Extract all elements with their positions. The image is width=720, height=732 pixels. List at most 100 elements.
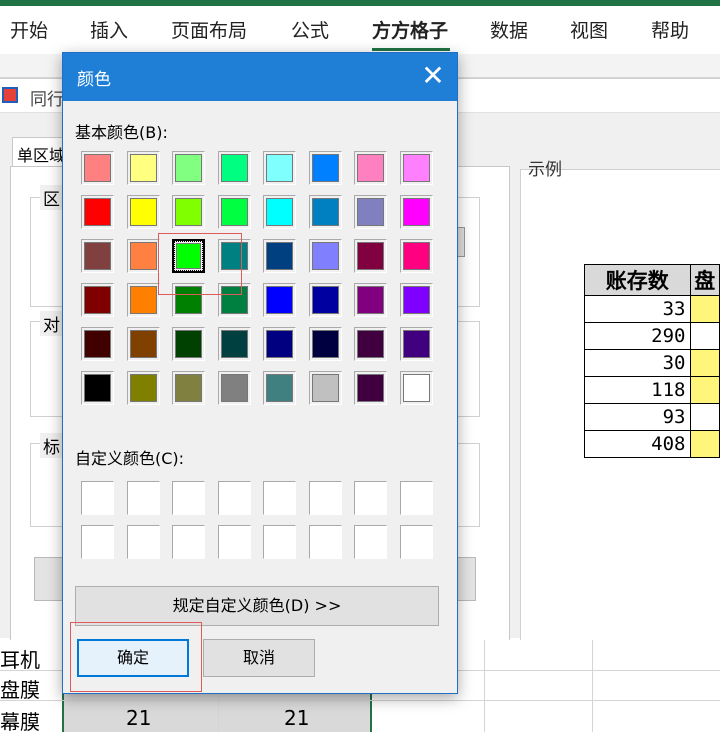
custom-color-slot[interactable] (126, 525, 160, 559)
color-swatch[interactable] (354, 151, 387, 185)
color-swatch[interactable] (399, 283, 433, 317)
custom-color-slot[interactable] (399, 525, 433, 559)
color-swatch[interactable] (354, 195, 387, 229)
plain-cell (689, 322, 720, 350)
plain-cell (689, 403, 720, 431)
active-tab-underline (372, 48, 450, 51)
color-swatch[interactable] (81, 283, 114, 317)
color-swatch[interactable] (399, 151, 433, 185)
grid-line (484, 640, 485, 732)
custom-color-slot[interactable] (399, 481, 433, 515)
color-swatch-fill (84, 154, 111, 182)
color-swatch[interactable] (126, 195, 160, 229)
custom-color-slot[interactable] (172, 525, 205, 559)
color-swatch[interactable] (81, 195, 114, 229)
color-swatch[interactable] (308, 283, 342, 317)
value-cell[interactable]: 21 (126, 706, 151, 730)
custom-color-slot[interactable] (354, 481, 387, 515)
align-group-label: 对 (40, 311, 63, 336)
custom-color-slot[interactable] (81, 525, 114, 559)
color-swatch[interactable] (217, 327, 251, 361)
color-swatch-fill (266, 374, 293, 402)
tab-formulas[interactable]: 公式 (291, 16, 329, 43)
row-label-cell[interactable]: 盘膜 (0, 674, 40, 703)
table-cell: 33 (584, 295, 691, 323)
custom-color-slot[interactable] (172, 481, 205, 515)
value-cell[interactable]: 21 (284, 706, 309, 730)
color-swatch[interactable] (263, 371, 296, 405)
tab-data[interactable]: 数据 (490, 16, 528, 43)
color-swatch[interactable] (308, 327, 342, 361)
custom-color-slot[interactable] (308, 525, 342, 559)
custom-color-slot[interactable] (263, 481, 296, 515)
row-label-cell[interactable]: 幕膜 (0, 706, 40, 732)
custom-color-slot[interactable] (81, 481, 114, 515)
color-swatch[interactable] (354, 371, 387, 405)
custom-color-slot[interactable] (217, 525, 251, 559)
tab-page-layout[interactable]: 页面布局 (171, 16, 247, 43)
color-swatch[interactable] (354, 283, 387, 317)
color-swatch[interactable] (263, 283, 296, 317)
color-swatch[interactable] (126, 371, 160, 405)
define-custom-colors-button[interactable]: 规定自定义颜色(D) >> (75, 586, 439, 626)
color-swatch-fill (311, 242, 339, 270)
color-swatch[interactable] (126, 327, 160, 361)
color-swatch[interactable] (172, 371, 205, 405)
color-swatch[interactable] (172, 327, 205, 361)
custom-color-slot[interactable] (126, 481, 160, 515)
color-swatch[interactable] (308, 195, 342, 229)
color-swatch[interactable] (217, 371, 251, 405)
tab-fangfang[interactable]: 方方格子 (372, 16, 448, 43)
color-swatch[interactable] (399, 195, 433, 229)
color-swatch[interactable] (354, 239, 387, 273)
color-swatch-fill (84, 242, 111, 270)
color-swatch[interactable] (172, 195, 205, 229)
color-swatch[interactable] (126, 283, 160, 317)
color-swatch[interactable] (399, 239, 433, 273)
color-swatch[interactable] (81, 239, 114, 273)
color-swatch-fill (129, 198, 157, 226)
color-swatch-fill (266, 198, 293, 226)
color-swatch[interactable] (126, 151, 160, 185)
color-swatch[interactable] (126, 239, 160, 273)
color-swatch-fill (357, 154, 384, 182)
color-swatch-fill (402, 154, 430, 182)
color-swatch[interactable] (263, 327, 296, 361)
row-label-cell[interactable]: 耳机 (0, 644, 40, 673)
custom-color-slot[interactable] (354, 525, 387, 559)
cancel-button[interactable]: 取消 (203, 639, 315, 677)
color-swatch-fill (84, 330, 111, 358)
color-swatch-fill (357, 286, 384, 314)
color-swatch-fill (402, 198, 430, 226)
color-swatch[interactable] (399, 371, 433, 405)
custom-color-slot[interactable] (217, 481, 251, 515)
close-icon[interactable]: ✕ (415, 59, 451, 95)
color-swatch-fill (220, 374, 248, 402)
color-swatch-fill (266, 330, 293, 358)
color-swatch[interactable] (263, 151, 296, 185)
custom-color-slot[interactable] (263, 525, 296, 559)
custom-color-slot[interactable] (308, 481, 342, 515)
color-swatch[interactable] (263, 239, 296, 273)
color-swatch[interactable] (217, 195, 251, 229)
color-swatch[interactable] (263, 195, 296, 229)
grid-line (592, 640, 593, 732)
color-swatch-fill (84, 286, 111, 314)
color-swatch-fill (311, 374, 339, 402)
color-swatch[interactable] (308, 151, 342, 185)
color-swatch[interactable] (354, 327, 387, 361)
color-swatch[interactable] (217, 151, 251, 185)
tab-start[interactable]: 开始 (10, 16, 48, 43)
color-swatch-fill (266, 242, 293, 270)
color-swatch[interactable] (399, 327, 433, 361)
color-swatch[interactable] (172, 151, 205, 185)
tab-insert[interactable]: 插入 (90, 16, 128, 43)
color-swatch[interactable] (81, 327, 114, 361)
color-swatch[interactable] (81, 371, 114, 405)
color-swatch[interactable] (308, 239, 342, 273)
tab-help[interactable]: 帮助 (651, 16, 689, 43)
color-swatch[interactable] (81, 151, 114, 185)
color-swatch-fill (402, 330, 430, 358)
tab-view[interactable]: 视图 (570, 16, 608, 43)
color-swatch[interactable] (308, 371, 342, 405)
